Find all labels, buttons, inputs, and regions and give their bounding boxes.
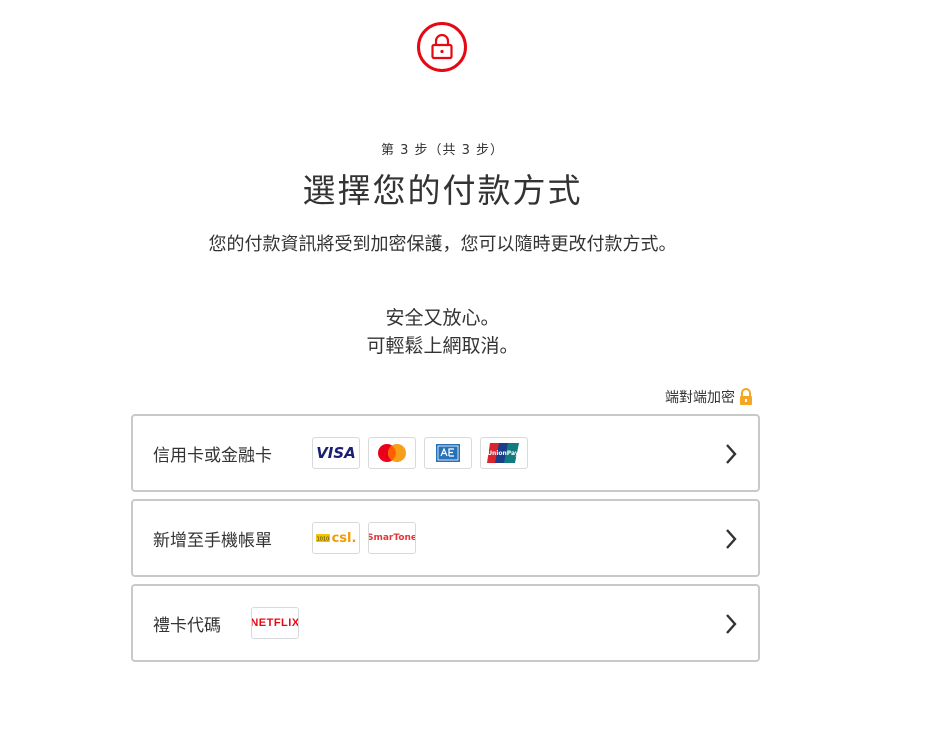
encryption-notice: 端對端加密: [665, 387, 753, 407]
safe-line-1: 安全又放心。: [385, 307, 500, 329]
chevron-right-icon: [724, 443, 738, 469]
safe-line-2: 可輕鬆上網取消。: [366, 335, 519, 357]
csl-logo: 1010 csl.: [312, 522, 360, 554]
mastercard-logo: [368, 437, 416, 469]
description-text: 您的付款資訊將受到加密保護，您可以隨時更改付款方式。: [208, 234, 677, 255]
smartone-logo: SmarTone: [368, 522, 416, 554]
option-label-gift-card: 禮卡代碼: [153, 615, 221, 636]
encryption-label: 端對端加密: [665, 390, 735, 406]
chevron-right-icon: [724, 613, 738, 639]
svg-text:1010: 1010: [316, 536, 329, 542]
option-label-mobile-bill: 新增至手機帳單: [153, 530, 272, 551]
padlock-icon: [739, 388, 753, 406]
lock-icon: [417, 22, 467, 72]
option-gift-card[interactable]: 禮卡代碼 NETFLIX: [131, 584, 760, 662]
netflix-logo: NETFLIX: [251, 607, 299, 639]
option-label-credit-card: 信用卡或金融卡: [153, 445, 272, 466]
gift-logos: NETFLIX: [251, 607, 299, 639]
card-logos: VISA UnionPay: [312, 437, 528, 469]
visa-logo: VISA: [312, 437, 360, 469]
svg-text:UnionPay: UnionPay: [487, 450, 519, 457]
step-indicator: 第 3 步（共 3 步）: [380, 143, 505, 158]
amex-logo: [424, 437, 472, 469]
safe-message: 安全又放心。 可輕鬆上網取消。: [0, 304, 885, 360]
page-title: 選擇您的付款方式: [302, 171, 583, 210]
carrier-logos: 1010 csl. SmarTone: [312, 522, 416, 554]
option-mobile-bill[interactable]: 新增至手機帳單 1010 csl. SmarTone: [131, 499, 760, 577]
chevron-right-icon: [724, 528, 738, 554]
unionpay-logo: UnionPay: [480, 437, 528, 469]
option-credit-card[interactable]: 信用卡或金融卡 VISA UnionPay: [131, 414, 760, 492]
